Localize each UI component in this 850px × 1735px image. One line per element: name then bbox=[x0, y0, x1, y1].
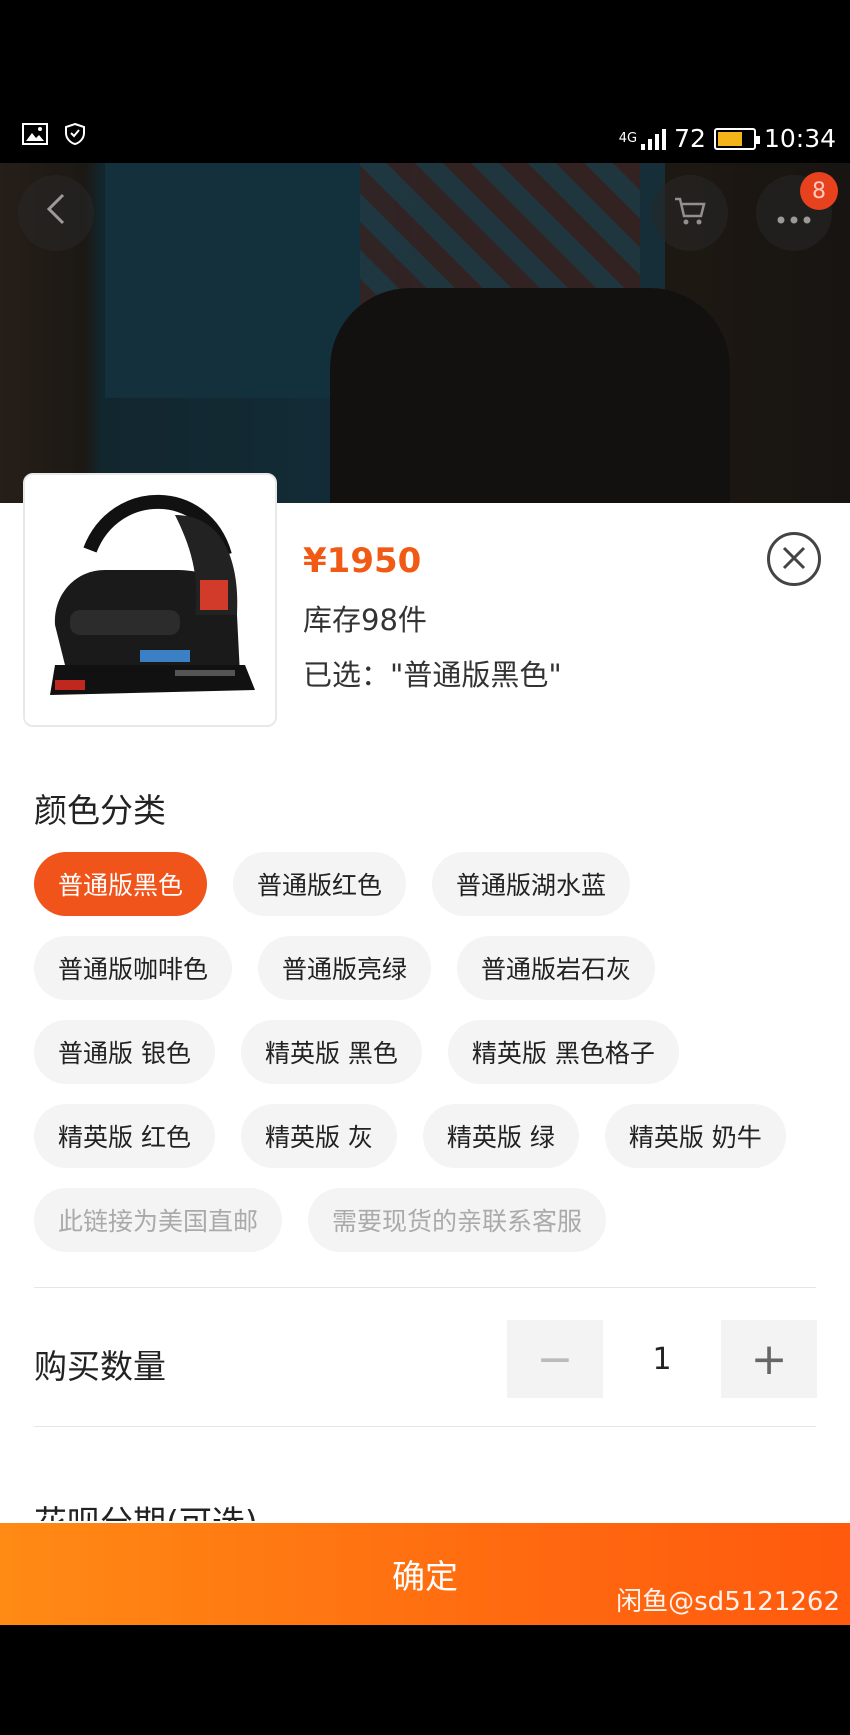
color-option[interactable]: 精英版 红色 bbox=[34, 1104, 215, 1168]
shield-icon bbox=[64, 122, 86, 150]
cart-icon bbox=[673, 190, 707, 236]
clock: 10:34 bbox=[763, 124, 836, 153]
navigation-bar-area bbox=[0, 1625, 850, 1735]
color-option[interactable]: 精英版 绿 bbox=[422, 1104, 579, 1168]
network-type: 4G bbox=[618, 131, 638, 146]
color-options: 普通版黑色 普通版红色 普通版湖水蓝 普通版咖啡色 普通版亮绿 普通版岩石灰 普通版 银色精… bbox=[34, 852, 824, 1252]
color-option[interactable]: 普通版红色 bbox=[233, 852, 407, 916]
quantity-value[interactable]: 1 bbox=[603, 1342, 721, 1377]
color-section-title: 颜色分类 bbox=[34, 791, 166, 830]
status-right: 4G 72 10:34 bbox=[619, 124, 836, 153]
battery-icon bbox=[713, 127, 760, 150]
status-bar: 4G 72 10:34 bbox=[0, 0, 850, 163]
installment-label[interactable]: 花呗分期(可选) bbox=[34, 1493, 258, 1521]
chevron-left-icon bbox=[46, 190, 66, 236]
color-option[interactable]: 精英版 奶牛 bbox=[604, 1104, 786, 1168]
close-button[interactable] bbox=[767, 532, 821, 586]
close-icon bbox=[781, 539, 807, 580]
color-option: 需要现货的亲联系客服 bbox=[308, 1188, 607, 1252]
color-option: 此链接为美国直邮 bbox=[34, 1188, 283, 1252]
quantity-stepper: − 1 + bbox=[507, 1320, 817, 1398]
battery-percent: 72 bbox=[674, 124, 706, 153]
color-option[interactable]: 普通版 银色 bbox=[34, 1020, 215, 1084]
color-option[interactable]: 精英版 黑色 bbox=[240, 1020, 422, 1084]
product-stock: 库存98件 bbox=[303, 603, 427, 637]
color-option[interactable]: 普通版亮绿 bbox=[258, 936, 432, 1000]
color-option[interactable]: 普通版湖水蓝 bbox=[432, 852, 631, 916]
color-option[interactable]: 普通版黑色 bbox=[34, 852, 208, 916]
signal-icon bbox=[641, 128, 667, 150]
quantity-label: 购买数量 bbox=[34, 1347, 166, 1386]
increase-quantity-button[interactable]: + bbox=[721, 1320, 817, 1398]
color-option[interactable]: 普通版岩石灰 bbox=[457, 936, 656, 1000]
divider bbox=[34, 1426, 816, 1427]
cart-button[interactable] bbox=[652, 175, 728, 251]
decrease-quantity-button[interactable]: − bbox=[507, 1320, 603, 1398]
color-option[interactable]: 精英版 黑色格子 bbox=[447, 1020, 679, 1084]
color-option[interactable]: 精英版 灰 bbox=[240, 1104, 397, 1168]
product-thumbnail bbox=[23, 473, 277, 727]
status-left bbox=[22, 122, 86, 150]
watermark: 闲鱼@sd5121262 bbox=[616, 1587, 840, 1617]
product-price: ¥1950 bbox=[303, 541, 422, 581]
selected-variant: 已选："普通版黑色" bbox=[303, 658, 562, 692]
notification-badge: 8 bbox=[800, 172, 838, 210]
divider bbox=[34, 1287, 816, 1288]
back-button[interactable] bbox=[18, 175, 94, 251]
image-notification-icon bbox=[22, 123, 48, 149]
color-option[interactable]: 普通版咖啡色 bbox=[34, 936, 233, 1000]
